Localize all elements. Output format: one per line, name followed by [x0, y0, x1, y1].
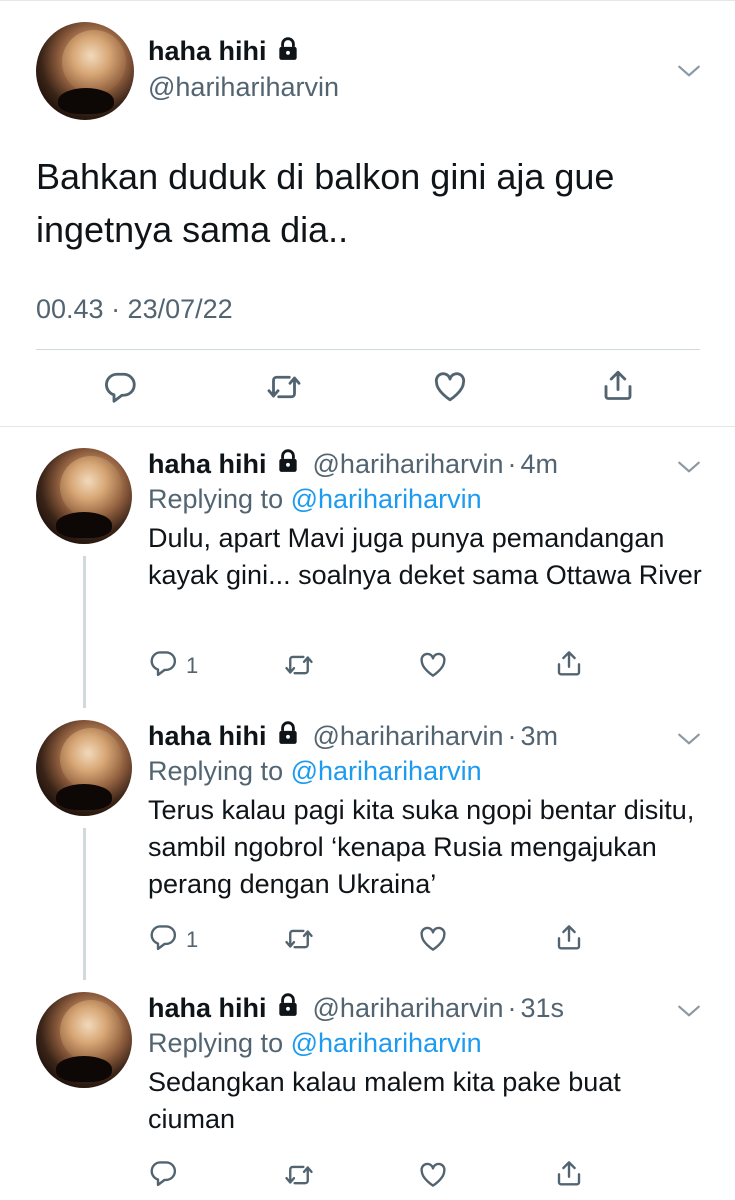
divider: [36, 349, 700, 350]
globe-image: [60, 456, 122, 518]
like-icon: [418, 1160, 448, 1196]
reply-header: haha hihi @harihariharvin · 3m: [148, 720, 558, 753]
like-icon: [418, 650, 448, 686]
mention-link[interactable]: @harihariharvin: [291, 1028, 482, 1058]
replying-to-label: Replying to: [148, 1028, 284, 1058]
reply-tweet[interactable]: haha hihi @harihariharvin · 4m Replying …: [0, 428, 735, 700]
retweet-icon: [266, 369, 302, 411]
replying-to-label: Replying to: [148, 484, 284, 514]
reply-icon: [102, 369, 138, 411]
lock-icon: [275, 992, 301, 1025]
retweet-button[interactable]: [284, 1160, 314, 1196]
replying-to: Replying to @harihariharvin: [148, 1028, 482, 1059]
reply-button[interactable]: 1: [148, 648, 198, 684]
chevron-down-icon[interactable]: [676, 998, 702, 1029]
share-icon: [600, 367, 636, 409]
divider: [0, 426, 735, 427]
like-button[interactable]: [432, 369, 468, 411]
globe-image: [60, 1000, 122, 1062]
main-tweet: haha hihi @harihariharvin Bahkan duduk d…: [0, 0, 735, 426]
relative-time[interactable]: 31s: [521, 993, 565, 1024]
reply-icon: [148, 1158, 178, 1194]
chevron-down-icon[interactable]: [676, 454, 702, 485]
reply-count: 1: [186, 653, 199, 678]
reply-icon: [148, 922, 178, 958]
share-button[interactable]: [554, 922, 584, 958]
relative-time[interactable]: 3m: [521, 721, 559, 752]
like-button[interactable]: [418, 924, 448, 960]
lock-icon: [275, 448, 301, 481]
replying-to: Replying to @harihariharvin: [148, 484, 482, 515]
like-icon: [418, 924, 448, 960]
avatar[interactable]: [36, 22, 134, 120]
globe-base-image: [56, 784, 112, 810]
reply-icon: [148, 648, 178, 684]
reply-button[interactable]: [148, 1158, 186, 1194]
retweet-icon: [284, 1160, 314, 1196]
lock-icon: [275, 720, 301, 753]
reply-text: Terus kalau pagi kita suka ngopi bentar …: [148, 795, 695, 899]
separator-dot: ·: [507, 449, 517, 479]
reply-header: haha hihi @harihariharvin · 31s: [148, 992, 564, 1025]
globe-base-image: [56, 1056, 112, 1082]
like-button[interactable]: [418, 650, 448, 686]
reply-text: Dulu, apart Mavi juga punya pemandangan …: [148, 523, 702, 590]
share-icon: [554, 922, 584, 958]
reply-tweet[interactable]: haha hihi @harihariharvin · 3m Replying …: [0, 700, 735, 972]
reply-count: 1: [186, 927, 199, 952]
relative-time[interactable]: 4m: [521, 449, 559, 480]
chevron-down-icon[interactable]: [676, 58, 702, 89]
retweet-icon: [284, 650, 314, 686]
reply-button[interactable]: 1: [148, 922, 198, 958]
share-icon: [554, 648, 584, 684]
retweet-button[interactable]: [266, 369, 302, 411]
separator-dot: ·: [507, 721, 517, 751]
separator-dot: ·: [507, 993, 517, 1023]
share-button[interactable]: [554, 1158, 584, 1194]
reply-text: Sedangkan kalau malem kita pake buat ciu…: [148, 1067, 621, 1134]
reply-header: haha hihi @harihariharvin · 4m: [148, 448, 558, 481]
author-handle[interactable]: @harihariharvin: [313, 449, 504, 480]
tweet-text: Bahkan duduk di balkon gini aja gue inge…: [36, 156, 615, 250]
retweet-icon: [284, 924, 314, 960]
share-button[interactable]: [554, 648, 584, 684]
share-button[interactable]: [600, 367, 636, 409]
like-icon: [432, 369, 468, 411]
mention-link[interactable]: @harihariharvin: [291, 756, 482, 786]
globe-image: [62, 30, 126, 94]
reply-button[interactable]: [102, 369, 138, 411]
replying-to-label: Replying to: [148, 756, 284, 786]
tweet-timestamp[interactable]: 00.43 · 23/07/22: [36, 294, 233, 325]
author-name-row: haha hihi: [148, 36, 301, 67]
chevron-down-icon[interactable]: [676, 726, 702, 757]
author-name[interactable]: haha hihi: [148, 36, 267, 67]
replying-to: Replying to @harihariharvin: [148, 756, 482, 787]
author-handle[interactable]: @harihariharvin: [313, 993, 504, 1024]
retweet-button[interactable]: [284, 924, 314, 960]
lock-icon: [275, 36, 301, 67]
globe-image: [60, 728, 122, 790]
author-name[interactable]: haha hihi: [148, 993, 267, 1024]
globe-base-image: [58, 88, 114, 114]
avatar[interactable]: [36, 992, 132, 1088]
author-handle[interactable]: @harihariharvin: [313, 721, 504, 752]
avatar[interactable]: [36, 720, 132, 816]
author-name[interactable]: haha hihi: [148, 449, 267, 480]
author-name[interactable]: haha hihi: [148, 721, 267, 752]
retweet-button[interactable]: [284, 650, 314, 686]
mention-link[interactable]: @harihariharvin: [291, 484, 482, 514]
reply-tweet[interactable]: haha hihi @harihariharvin · 31s Replying…: [0, 972, 735, 1200]
globe-base-image: [56, 512, 112, 538]
avatar[interactable]: [36, 448, 132, 544]
share-icon: [554, 1158, 584, 1194]
like-button[interactable]: [418, 1160, 448, 1196]
author-handle[interactable]: @harihariharvin: [148, 72, 339, 103]
